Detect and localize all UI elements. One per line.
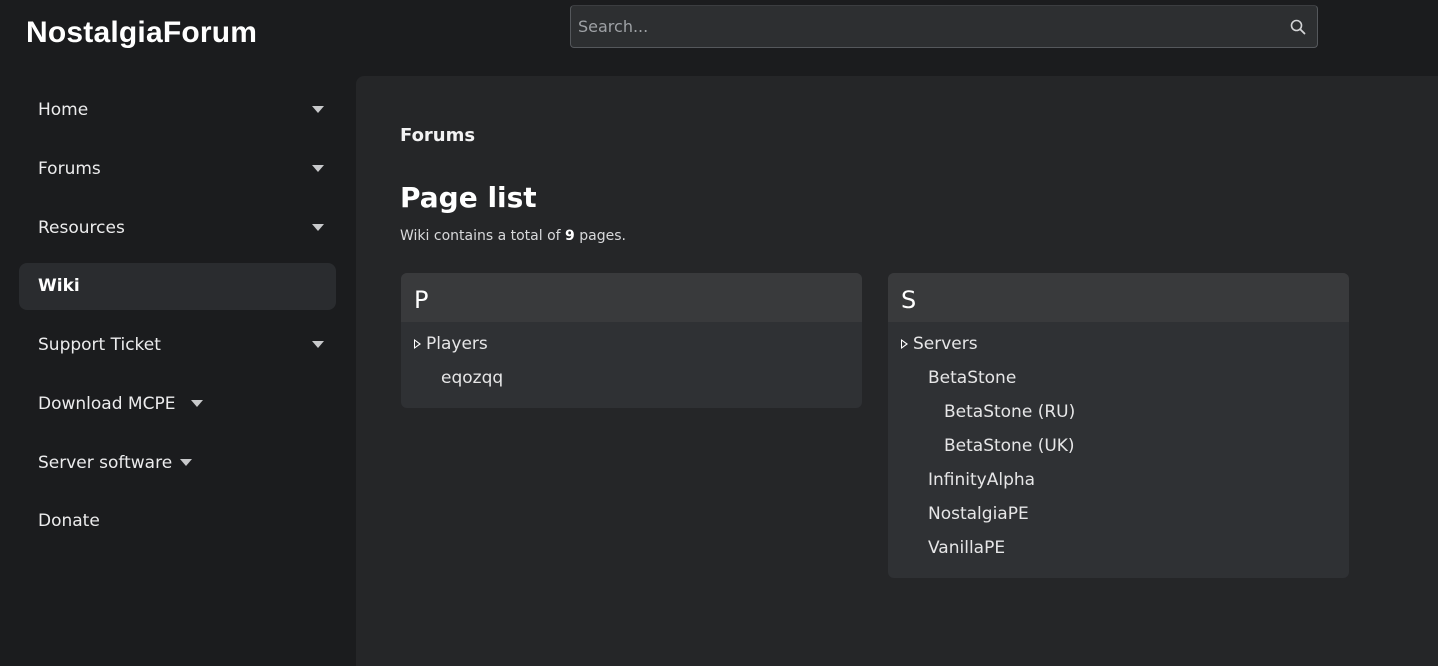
nav-item-label: Server software (38, 453, 173, 473)
tree-item-label[interactable]: InfinityAlpha (928, 468, 1035, 492)
tree-item-label[interactable]: BetaStone (928, 366, 1016, 390)
chevron-down-icon[interactable] (312, 341, 324, 348)
page-tree: Servers BetaStone BetaStone (RU) BetaSto… (888, 322, 1349, 578)
nav-item-label: Home (38, 100, 89, 120)
letter-group-s: S Servers BetaStone BetaStone (RU) BetaS… (888, 273, 1349, 578)
page-title: Page list (400, 181, 537, 214)
tree-item-label[interactable]: VanillaPE (928, 536, 1005, 560)
nav-item-donate[interactable]: Donate (19, 498, 336, 545)
nav-item-label: Support Ticket (38, 335, 161, 355)
search-input[interactable] (571, 6, 1317, 47)
letter-group-p: P Players eqozqq (401, 273, 862, 408)
expand-toggle-icon[interactable] (414, 339, 421, 349)
tree-item-betastone-uk[interactable]: BetaStone (UK) (888, 434, 1349, 468)
nav-item-label: Download MCPE (38, 394, 176, 414)
tree-item-infinityalpha[interactable]: InfinityAlpha (888, 468, 1349, 502)
nav-item-label: Donate (38, 511, 100, 531)
nav-item-home[interactable]: Home (19, 87, 336, 134)
nav-item-forums[interactable]: Forums (19, 146, 336, 193)
tree-item-nostalgiape[interactable]: NostalgiaPE (888, 502, 1349, 536)
letter-heading: S (888, 273, 1349, 322)
page-count: 9 (565, 228, 575, 244)
nav-item-wiki[interactable]: Wiki (19, 263, 336, 310)
tree-item-label[interactable]: Servers (913, 332, 978, 356)
chevron-down-icon[interactable] (312, 106, 324, 113)
site-title[interactable]: NostalgiaForum (26, 16, 257, 50)
search-icon[interactable] (1289, 18, 1307, 36)
breadcrumb[interactable]: Forums (400, 125, 475, 146)
tree-item-label[interactable]: Players (426, 332, 488, 356)
description-prefix: Wiki contains a total of (400, 228, 566, 244)
tree-item-betastone[interactable]: BetaStone (888, 366, 1349, 400)
tree-item-label[interactable]: eqozqq (441, 366, 503, 390)
sidebar-nav: Home Forums Resources Wiki Support Ticke… (0, 76, 356, 666)
main-content: Forums Page list Wiki contains a total o… (356, 76, 1438, 666)
page-description: Wiki contains a total of 9 pages. (400, 228, 626, 244)
page-tree: Players eqozqq (401, 322, 862, 408)
tree-item-label[interactable]: NostalgiaPE (928, 502, 1029, 526)
tree-item-label[interactable]: BetaStone (UK) (944, 434, 1075, 458)
tree-item-betastone-ru[interactable]: BetaStone (RU) (888, 400, 1349, 434)
letter-heading: P (401, 273, 862, 322)
chevron-down-icon[interactable] (191, 400, 203, 407)
chevron-down-icon[interactable] (312, 224, 324, 231)
nav-item-support-ticket[interactable]: Support Ticket (19, 322, 336, 369)
nav-item-resources[interactable]: Resources (19, 205, 336, 252)
nav-item-label: Wiki (38, 276, 80, 296)
nav-item-label: Forums (38, 159, 101, 179)
chevron-down-icon[interactable] (180, 459, 192, 466)
expand-toggle-icon[interactable] (901, 339, 908, 349)
search-box[interactable] (570, 5, 1318, 48)
nav-item-server-software[interactable]: Server software (19, 440, 336, 487)
nav-item-label: Resources (38, 218, 125, 238)
tree-item-players[interactable]: Players (401, 332, 862, 366)
chevron-down-icon[interactable] (312, 165, 324, 172)
tree-item-label[interactable]: BetaStone (RU) (944, 400, 1075, 424)
tree-item-servers[interactable]: Servers (888, 332, 1349, 366)
nav-item-download-mcpe[interactable]: Download MCPE (19, 381, 336, 428)
tree-item-vanillape[interactable]: VanillaPE (888, 536, 1349, 570)
description-suffix: pages. (574, 228, 626, 244)
tree-item-eqozqq[interactable]: eqozqq (401, 366, 862, 400)
